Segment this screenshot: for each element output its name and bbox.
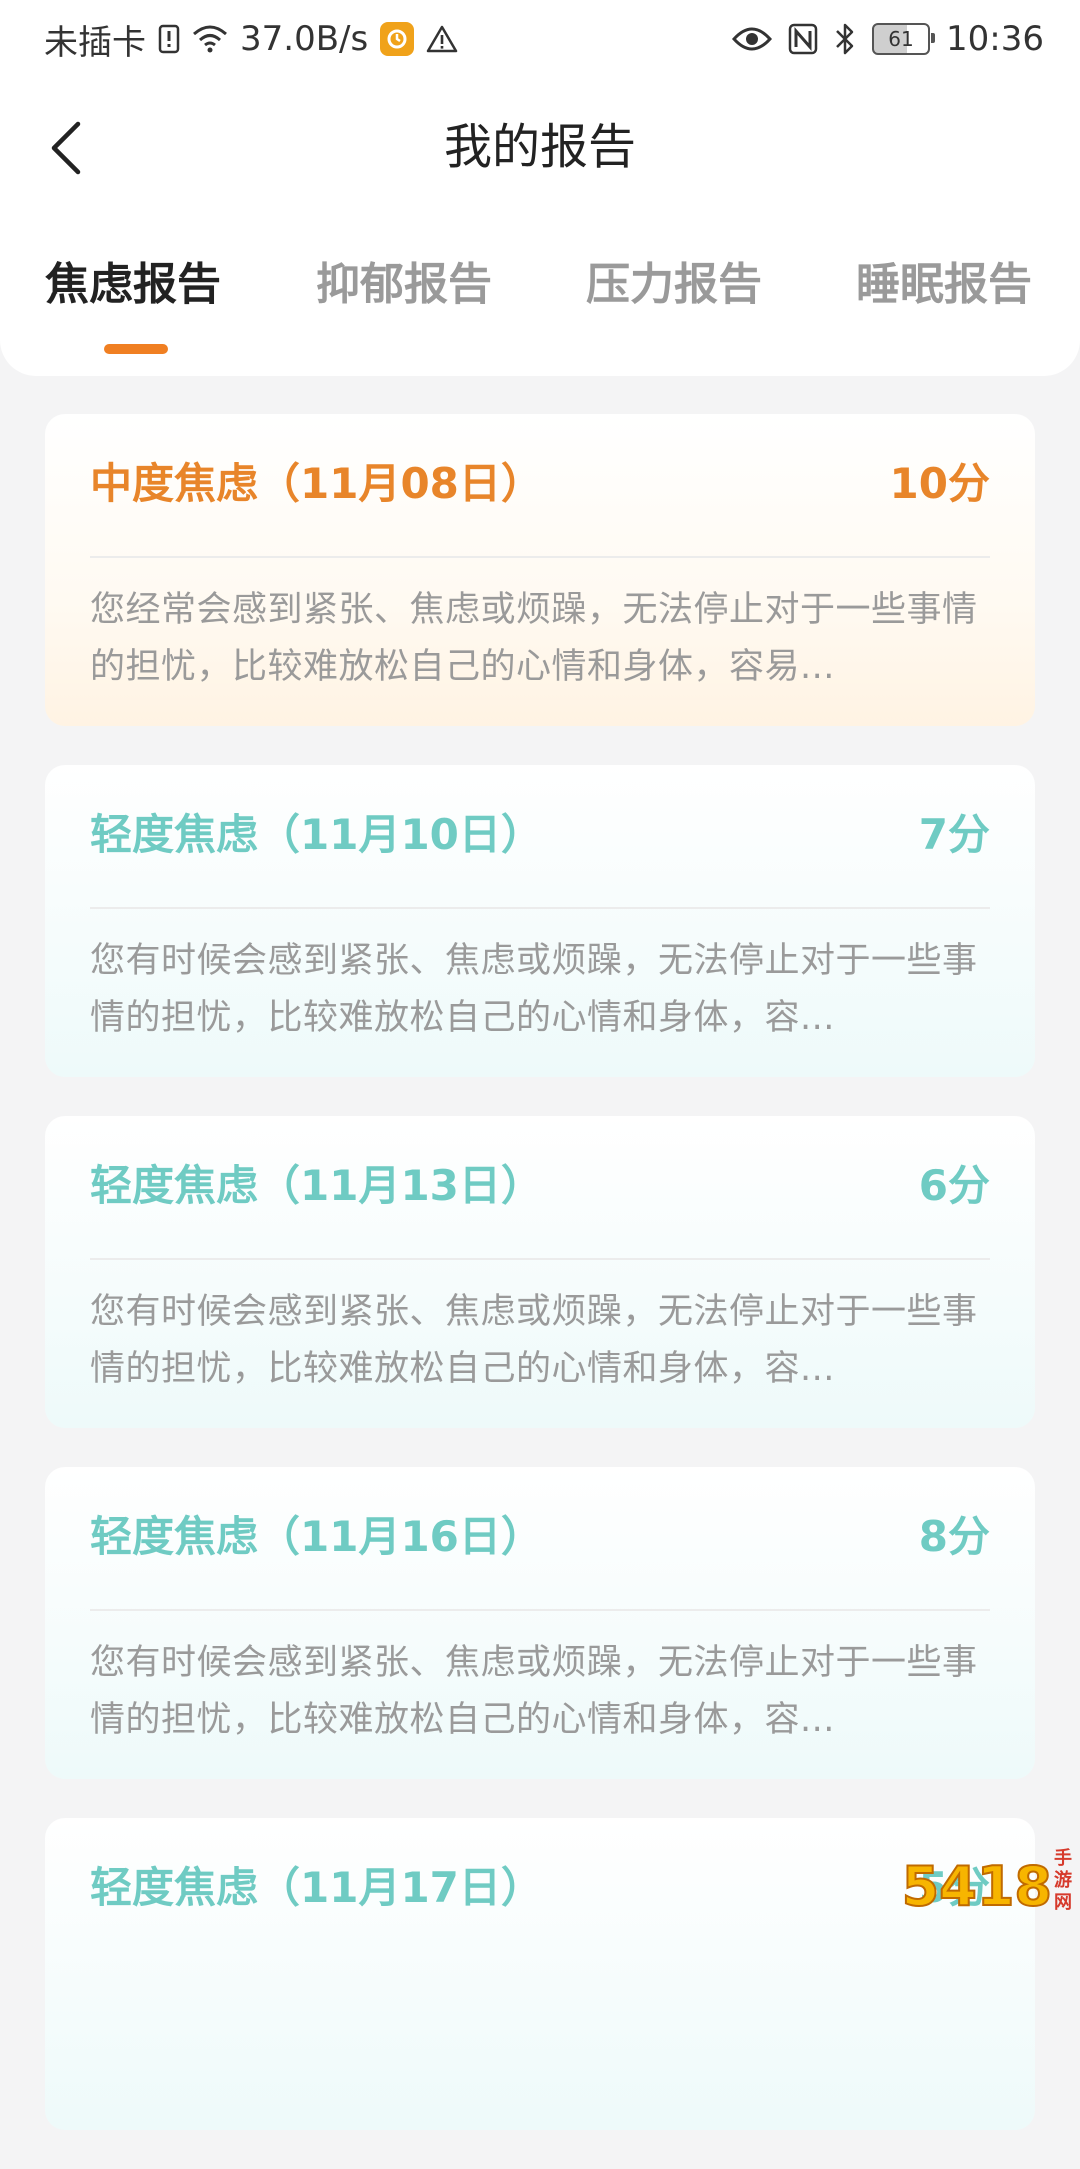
tab-stress[interactable]: 压力报告 bbox=[586, 250, 762, 320]
report-card[interactable]: 轻度焦虑（11月13日） 6分 您有时候会感到紧张、焦虑或烦躁，无法停止对于一些… bbox=[45, 1116, 1035, 1428]
warning-icon bbox=[426, 24, 458, 54]
clock-app-icon bbox=[380, 22, 414, 56]
report-score: 6分 bbox=[919, 1156, 990, 1216]
wifi-icon bbox=[192, 24, 228, 54]
time-text: 10:36 bbox=[946, 19, 1044, 59]
card-divider bbox=[90, 1258, 990, 1260]
report-title: 轻度焦虑（11月10日） bbox=[90, 805, 543, 865]
battery-level: 61 bbox=[888, 27, 913, 51]
report-title: 中度焦虑（11月08日） bbox=[90, 454, 543, 514]
report-list: 中度焦虑（11月08日） 10分 您经常会感到紧张、焦虑或烦躁，无法停止对于一些… bbox=[45, 414, 1035, 2169]
report-description: 您有时候会感到紧张、焦虑或烦躁，无法停止对于一些事情的担忧，比较难放松自己的心情… bbox=[90, 1284, 990, 1398]
report-title: 轻度焦虑（11月16日） bbox=[90, 1507, 543, 1567]
tab-anxiety[interactable]: 焦虑报告 bbox=[45, 250, 221, 320]
sim-alert-icon bbox=[158, 24, 180, 54]
nfc-icon bbox=[788, 23, 818, 55]
report-card[interactable]: 轻度焦虑（11月17日） 5分 bbox=[45, 1818, 1035, 2130]
report-description: 您经常会感到紧张、焦虑或烦躁，无法停止对于一些事情的担忧，比较难放松自己的心情和… bbox=[90, 582, 990, 696]
bluetooth-icon bbox=[834, 22, 856, 56]
tab-sleep[interactable]: 睡眠报告 bbox=[856, 250, 1032, 320]
status-bar: 未插卡 37.0B/s 61 10:36 bbox=[0, 0, 1080, 80]
eye-icon bbox=[732, 25, 772, 53]
report-score: 8分 bbox=[919, 1507, 990, 1567]
watermark-text: 手游网 bbox=[1054, 1848, 1072, 1914]
report-card[interactable]: 轻度焦虑（11月16日） 8分 您有时候会感到紧张、焦虑或烦躁，无法停止对于一些… bbox=[45, 1467, 1035, 1779]
tab-bar: 焦虑报告 抑郁报告 压力报告 睡眠报告 bbox=[0, 250, 1080, 350]
status-right: 61 10:36 bbox=[732, 16, 1044, 62]
report-title: 轻度焦虑（11月13日） bbox=[90, 1156, 543, 1216]
report-card[interactable]: 中度焦虑（11月08日） 10分 您经常会感到紧张、焦虑或烦躁，无法停止对于一些… bbox=[45, 414, 1035, 726]
carrier-text: 未插卡 bbox=[44, 15, 146, 64]
battery-icon: 61 bbox=[872, 23, 930, 55]
card-divider bbox=[90, 907, 990, 909]
report-card[interactable]: 轻度焦虑（11月10日） 7分 您有时候会感到紧张、焦虑或烦躁，无法停止对于一些… bbox=[45, 765, 1035, 1077]
report-title: 轻度焦虑（11月17日） bbox=[90, 1858, 543, 1918]
header: 我的报告 焦虑报告 抑郁报告 压力报告 睡眠报告 bbox=[0, 80, 1080, 376]
tab-depression[interactable]: 抑郁报告 bbox=[316, 250, 492, 320]
watermark-number: 5418 bbox=[902, 1860, 1052, 1914]
status-left: 未插卡 37.0B/s bbox=[44, 16, 458, 62]
active-tab-indicator bbox=[104, 344, 168, 354]
watermark-logo: 5418 手游网 bbox=[920, 1840, 1080, 1920]
network-speed-text: 37.0B/s bbox=[240, 19, 368, 59]
report-description: 您有时候会感到紧张、焦虑或烦躁，无法停止对于一些事情的担忧，比较难放松自己的心情… bbox=[90, 1635, 990, 1749]
report-score: 7分 bbox=[919, 805, 990, 865]
card-divider bbox=[90, 1609, 990, 1611]
report-score: 10分 bbox=[890, 454, 990, 514]
card-divider bbox=[90, 556, 990, 558]
page-title: 我的报告 bbox=[0, 110, 1080, 184]
report-description: 您有时候会感到紧张、焦虑或烦躁，无法停止对于一些事情的担忧，比较难放松自己的心情… bbox=[90, 933, 990, 1047]
